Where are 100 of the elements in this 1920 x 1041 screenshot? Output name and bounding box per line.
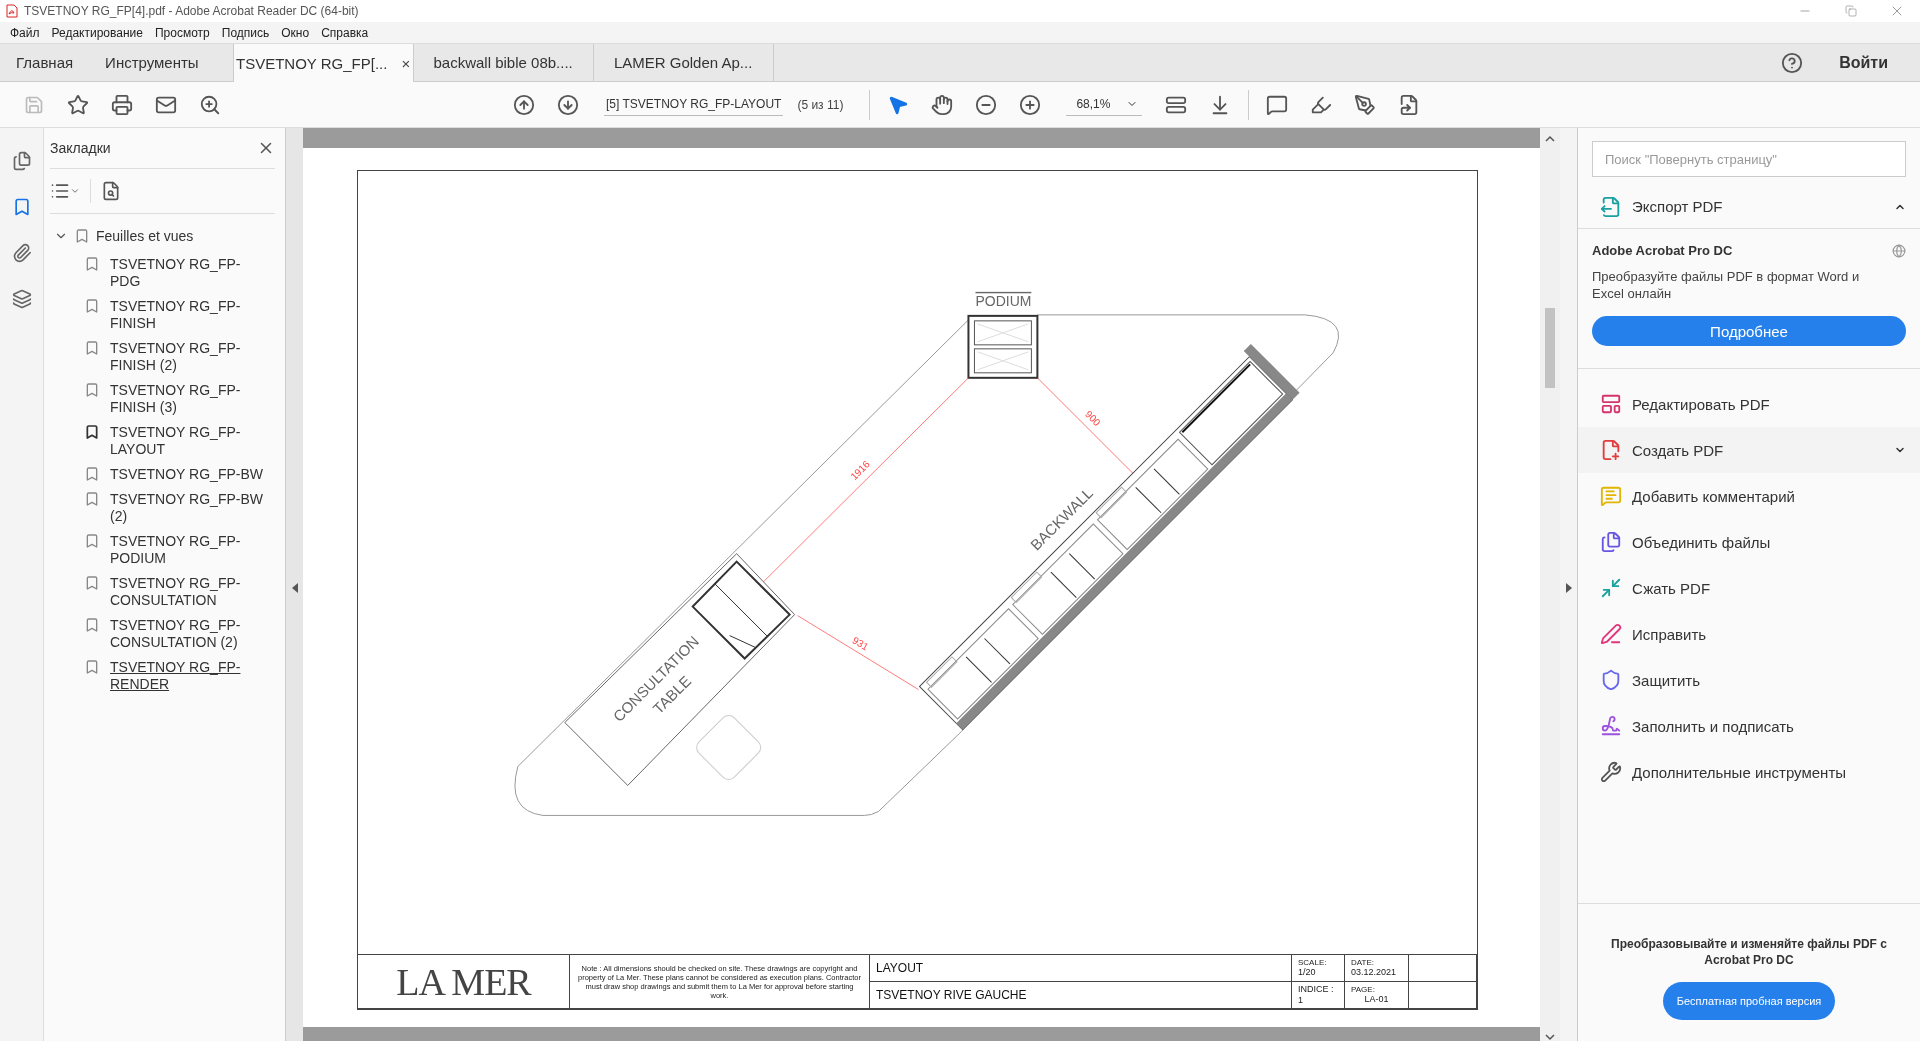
tab-label: Главная — [16, 54, 74, 71]
dimension-label: 931 — [850, 634, 871, 653]
scale-label: SCALE: — [1298, 958, 1327, 968]
paperclip-icon — [11, 243, 32, 263]
file-plus-icon — [1600, 439, 1622, 461]
magnifier-icon — [199, 93, 221, 116]
bookmark-item[interactable]: TSVETNOY RG_FP-BW — [110, 466, 268, 483]
brand-logo: LA MER — [396, 959, 531, 1004]
bookmark-item[interactable]: TSVETNOY RG_FP-BW (2) — [110, 491, 268, 525]
restore-icon — [1845, 5, 1857, 17]
nav-tab[interactable]: Главная — [0, 44, 90, 81]
minus-circle-icon — [975, 93, 998, 116]
plus-circle-icon — [1019, 93, 1042, 116]
document-search-icon — [101, 181, 121, 201]
globe-icon — [1892, 243, 1906, 258]
page-label: PAGE: — [1351, 985, 1375, 995]
tool-item[interactable]: Редактировать PDF — [1578, 381, 1920, 427]
page-count: (5 из 11) — [797, 97, 844, 112]
comment-icon — [1600, 485, 1622, 507]
files-icon — [1600, 531, 1622, 553]
sheet-title: LAYOUT — [876, 961, 924, 976]
bookmark-icon — [84, 340, 100, 356]
menu-item[interactable]: Редактирование — [45, 25, 149, 40]
bookmark-icon — [84, 466, 100, 482]
sign-in-button[interactable]: Войти — [1833, 44, 1894, 81]
bookmark-icon — [84, 533, 100, 549]
date-label: DATE: — [1351, 958, 1374, 968]
bookmark-icon — [84, 491, 100, 507]
bookmark-item[interactable]: TSVETNOY RG_FP-CONSULTATION (2) — [110, 617, 268, 651]
bookmark-item[interactable]: TSVETNOY RG_FP-FINISH — [110, 298, 268, 332]
tool-item[interactable]: Создать PDF — [1578, 427, 1920, 473]
tool-item[interactable]: Добавить комментарий — [1578, 473, 1920, 519]
bookmark-item[interactable]: Feuilles et vues — [96, 228, 194, 244]
tab-label: TSVETNOY RG_FP[... — [236, 54, 388, 72]
window-title: TSVETNOY RG_FP[4].pdf - Adobe Acrobat Reader DC (64-bit) — [24, 4, 359, 18]
bookmark-icon — [84, 256, 100, 272]
star-icon — [67, 93, 89, 116]
document-tab[interactable]: LAMER Golden Ap... — [593, 44, 774, 81]
page-field[interactable]: [5] TSVETNOY RG_FP-LAYOUT — [604, 93, 784, 116]
bookmark-item[interactable]: TSVETNOY RG_FP-PODIUM — [110, 533, 268, 567]
file-export-icon — [1600, 195, 1622, 218]
tool-item[interactable]: Дополнительные инструменты — [1578, 749, 1920, 795]
collapse-right-icon[interactable] — [1565, 583, 1572, 594]
pen-icon — [1600, 623, 1622, 645]
bookmark-item[interactable]: TSVETNOY RG_FP-CONSULTATION — [110, 575, 268, 609]
nav-tab[interactable]: Инструменты — [89, 44, 215, 81]
page-value: LA-01 — [1364, 994, 1389, 1006]
bookmark-item[interactable]: TSVETNOY RG_FP-LAYOUT — [110, 424, 268, 458]
menu-item[interactable]: Файл — [4, 25, 46, 40]
document-tab[interactable]: backwall bible 08b.... — [413, 44, 594, 81]
menu-item[interactable]: Окно — [275, 25, 316, 40]
help-icon[interactable] — [1781, 51, 1804, 74]
bookmark-icon — [84, 575, 100, 591]
menu-item[interactable]: Просмотр — [148, 25, 216, 40]
search-field[interactable]: Поиск "Повернуть страницу" — [1592, 141, 1906, 177]
bookmark-icon — [74, 228, 90, 244]
bookmark-item[interactable]: TSVETNOY RG_FP-FINISH (2) — [110, 340, 268, 374]
zoom-field[interactable]: 68,1% — [1066, 93, 1143, 116]
scrollbar-thumb[interactable] — [1545, 308, 1555, 389]
dimension-label: 900 — [1083, 408, 1103, 429]
tool-item[interactable]: Заполнить и подписать — [1578, 703, 1920, 749]
podium-label: PODIUM — [975, 292, 1032, 309]
bookmark-icon — [84, 659, 100, 675]
tab-close[interactable]: × — [401, 54, 411, 72]
menu-item[interactable]: Справка — [315, 25, 375, 40]
export-pdf-header[interactable]: Экспорт PDF — [1578, 185, 1920, 229]
layout-icon — [1600, 393, 1622, 415]
speech-bubble-icon — [1266, 93, 1289, 116]
promo-text: Преобразовывайте и изменяйте файлы PDF с Acrobat Pro DC — [1610, 936, 1888, 969]
options-button[interactable] — [50, 181, 80, 201]
caret-icon — [70, 186, 80, 196]
bookmark-icon — [84, 382, 100, 398]
bookmark-icon — [84, 298, 100, 314]
find-bookmark-button[interactable] — [101, 181, 121, 201]
menu-item[interactable]: Подпись — [215, 25, 276, 40]
compress-icon — [1600, 577, 1622, 599]
product-description: Преобразуйте файлы PDF в формат Word и Excel онлайн — [1592, 268, 1861, 302]
tab-label: Инструменты — [105, 54, 199, 71]
tool-item[interactable]: Объединить файлы — [1578, 519, 1920, 565]
printer-icon — [111, 93, 133, 116]
tool-item[interactable]: Защитить — [1578, 657, 1920, 703]
date-value: 03.12.2021 — [1351, 967, 1397, 979]
collapse-left-icon[interactable] — [291, 583, 298, 594]
hand-icon — [931, 93, 954, 116]
panel-title: Закладки — [50, 140, 111, 156]
zoom-value: 68,1% — [1076, 97, 1111, 111]
scale-value: 1/20 — [1298, 967, 1316, 979]
wrench-icon — [1600, 761, 1622, 783]
bookmark-item[interactable]: TSVETNOY RG_FP-PDG — [110, 256, 268, 290]
learn-more-button[interactable]: Подробнее — [1592, 316, 1906, 346]
tool-item[interactable]: Сжать PDF — [1578, 565, 1920, 611]
tab-label: LAMER Golden Ap... — [613, 54, 753, 71]
bookmark-item[interactable]: TSVETNOY RG_FP-FINISH (3) — [110, 382, 268, 416]
free-trial-button[interactable]: Бесплатная пробная версия — [1662, 982, 1836, 1021]
document-tab[interactable]: TSVETNOY RG_FP[... × — [232, 44, 414, 82]
pages-icon — [11, 151, 32, 171]
arrow-up-icon — [513, 93, 535, 116]
tool-item[interactable]: Исправить — [1578, 611, 1920, 657]
bookmark-item[interactable]: TSVETNOY RG_FP-RENDER — [110, 659, 268, 693]
signature-icon — [1600, 715, 1622, 737]
